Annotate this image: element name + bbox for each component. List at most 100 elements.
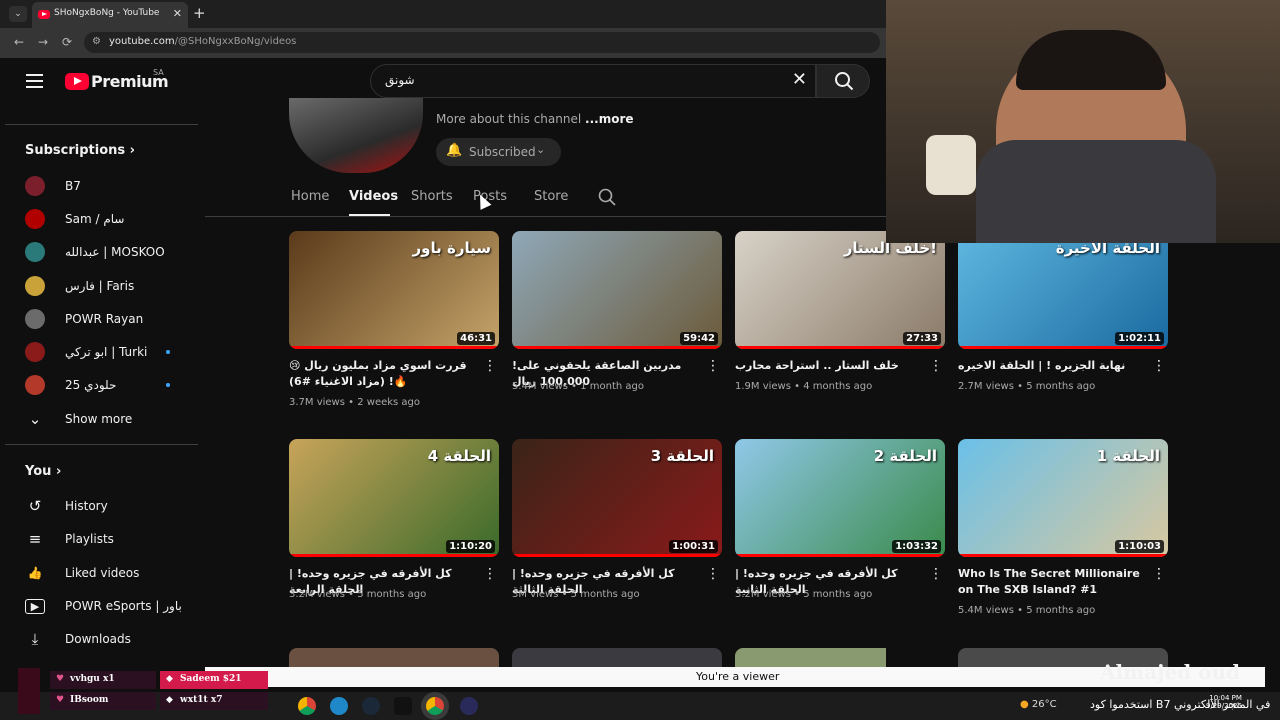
sidebar-item-subscription[interactable]: Sam / سام <box>25 205 200 233</box>
capcut-taskbar-icon[interactable] <box>394 697 412 715</box>
weather-tray[interactable]: ● 26°C <box>1020 699 1057 710</box>
sidebar-item-liked-videos[interactable]: 👍 Liked videos <box>25 559 200 587</box>
more-options-icon[interactable]: ⋮ <box>706 359 720 373</box>
video-title[interactable]: Who Is The Secret Millionaire on The SXB… <box>958 566 1148 598</box>
you-heading[interactable]: You › <box>25 464 61 479</box>
view-count: 3.7M views <box>289 397 345 408</box>
sidebar-item-history[interactable]: ↺ History <box>25 492 200 520</box>
region-code: SA <box>153 68 164 77</box>
more-options-icon[interactable]: ⋮ <box>483 359 497 373</box>
tab-search-dropdown[interactable]: ⌄ <box>9 6 27 22</box>
clock-date: 9/29/2025 <box>1206 702 1242 710</box>
more-link[interactable]: ...more <box>585 112 633 126</box>
sidebar-divider <box>5 124 198 125</box>
channel-avatar <box>25 342 45 362</box>
play-square-icon: ▶ <box>25 599 45 614</box>
video-thumbnail[interactable]: خلف الستار! 27:33 <box>735 231 945 349</box>
video-duration: 1:03:32 <box>892 540 941 553</box>
video-title[interactable]: خلف الستار .. استراحة محارب <box>735 358 925 374</box>
playlists-icon: ≡ <box>28 530 42 548</box>
video-thumbnail-partial[interactable] <box>289 648 499 668</box>
more-options-icon[interactable]: ⋮ <box>929 567 943 581</box>
sidebar-item-label: History <box>65 499 108 513</box>
new-tab-button[interactable]: + <box>193 4 207 22</box>
jar-object <box>926 135 976 195</box>
subscription-label: فارس | Faris <box>65 279 135 293</box>
subscription-label: حلودي 25 <box>65 378 117 392</box>
channel-avatar-image[interactable] <box>289 98 423 173</box>
more-options-icon[interactable]: ⋮ <box>1152 359 1166 373</box>
video-thumbnail[interactable]: الحلقة 1 1:10:03 <box>958 439 1168 557</box>
tab-home[interactable]: Home <box>291 189 329 204</box>
close-tab-icon[interactable]: ✕ <box>173 7 182 20</box>
sidebar-item-downloads[interactable]: ⤓ Downloads <box>25 625 200 653</box>
search-button[interactable] <box>816 64 870 98</box>
upload-age: 5 months ago <box>570 589 640 600</box>
video-thumbnail[interactable]: الحلقة الاخيرة 1:02:11 <box>958 231 1168 349</box>
video-thumbnail[interactable]: الحلقة 4 1:10:20 <box>289 439 499 557</box>
forward-icon[interactable]: → <box>38 35 48 49</box>
more-options-icon[interactable]: ⋮ <box>1152 567 1166 581</box>
app-taskbar-icon[interactable] <box>460 697 478 715</box>
chat-user: vvhgu x1 <box>70 674 115 684</box>
chat-user: wxt1t x7 <box>180 695 223 705</box>
tab-store[interactable]: Store <box>534 189 568 204</box>
video-thumbnail-partial[interactable] <box>512 648 722 668</box>
tab-videos[interactable]: Videos <box>349 189 398 204</box>
back-icon[interactable]: ← <box>14 35 24 49</box>
video-title[interactable]: قررت اسوي مزاد بمليون ريال 😢🔥! (مزاد الا… <box>289 358 479 390</box>
upload-age: 5 months ago <box>1026 381 1096 392</box>
subscription-label: B7 <box>65 179 81 193</box>
sidebar-item-subscription[interactable]: فارس | Faris <box>25 272 200 300</box>
video-title[interactable]: نهاية الجزيره ! | الحلقة الاخيره <box>958 358 1148 374</box>
subscribed-label: Subscribed <box>469 145 536 159</box>
subscriptions-heading[interactable]: Subscriptions › <box>25 143 135 158</box>
clear-search-icon[interactable]: ✕ <box>792 69 807 90</box>
sidebar-item-subscription[interactable]: عبدالله | MOSKOO <box>25 238 200 266</box>
search-query: شونق <box>385 73 415 87</box>
tab-shorts[interactable]: Shorts <box>411 189 453 204</box>
new-content-dot <box>166 383 170 387</box>
video-thumbnail[interactable]: الحلقة 3 1:00:31 <box>512 439 722 557</box>
sidebar-item-subscription[interactable]: B7 <box>25 172 200 200</box>
menu-icon[interactable] <box>26 74 43 88</box>
more-options-icon[interactable]: ⋮ <box>483 567 497 581</box>
sidebar-item-powr-esports[interactable]: ▶ POWR eSports | باور <box>25 592 200 620</box>
channel-avatar <box>25 242 45 262</box>
show-more-button[interactable]: ⌄ Show more <box>25 405 200 433</box>
video-thumbnail-partial[interactable] <box>735 648 886 668</box>
sidebar-item-label: Playlists <box>65 532 114 546</box>
steam-taskbar-icon[interactable] <box>362 697 380 715</box>
sidebar-item-playlists[interactable]: ≡ Playlists <box>25 525 200 553</box>
address-bar[interactable]: ⚙ youtube.com/@SHoNgxxBoNg/videos <box>84 32 880 53</box>
reload-icon[interactable]: ⟳ <box>62 35 72 49</box>
chrome-active-taskbar-icon[interactable] <box>426 697 444 715</box>
chrome-taskbar-icon[interactable] <box>298 697 316 715</box>
history-icon: ↺ <box>28 497 42 515</box>
channel-more-about[interactable]: More about this channel ...more <box>436 112 634 126</box>
youtube-premium-logo[interactable]: Premium SA <box>65 68 185 93</box>
video-thumbnail[interactable]: سيارة باور 46:31 <box>289 231 499 349</box>
channel-search-icon[interactable] <box>598 188 616 206</box>
site-info-icon[interactable]: ⚙ <box>92 36 104 48</box>
video-thumbnail[interactable]: 59:42 <box>512 231 722 349</box>
search-input[interactable]: شونق ✕ <box>370 64 816 98</box>
browser-tab[interactable]: SHoNgxBoNg - YouTube ✕ <box>32 2 188 28</box>
sidebar-item-subscription[interactable]: ابو تركي | Turki <box>25 338 200 366</box>
chat-entry: ♥ IBsoom <box>50 692 156 710</box>
sidebar-item-subscription[interactable]: حلودي 25 <box>25 371 200 399</box>
chat-entry: ◆ wxt1t x7 <box>160 692 268 710</box>
heart-icon: ♥ <box>56 674 65 684</box>
chat-user: Sadeem $21 <box>180 674 242 684</box>
sidebar-item-subscription[interactable]: POWR Rayan <box>25 305 200 333</box>
watch-progress-bar <box>735 346 945 349</box>
chat-logo <box>18 668 40 714</box>
video-meta: 5.4M views • 5 months ago <box>958 605 1096 616</box>
video-thumbnail[interactable]: الحلقة 2 1:03:32 <box>735 439 945 557</box>
more-options-icon[interactable]: ⋮ <box>929 359 943 373</box>
edge-taskbar-icon[interactable] <box>330 697 348 715</box>
watch-progress-bar <box>958 346 1168 349</box>
channel-avatar <box>25 309 45 329</box>
more-options-icon[interactable]: ⋮ <box>706 567 720 581</box>
subscribed-button[interactable]: 🔔 Subscribed ⌄ <box>436 138 561 166</box>
